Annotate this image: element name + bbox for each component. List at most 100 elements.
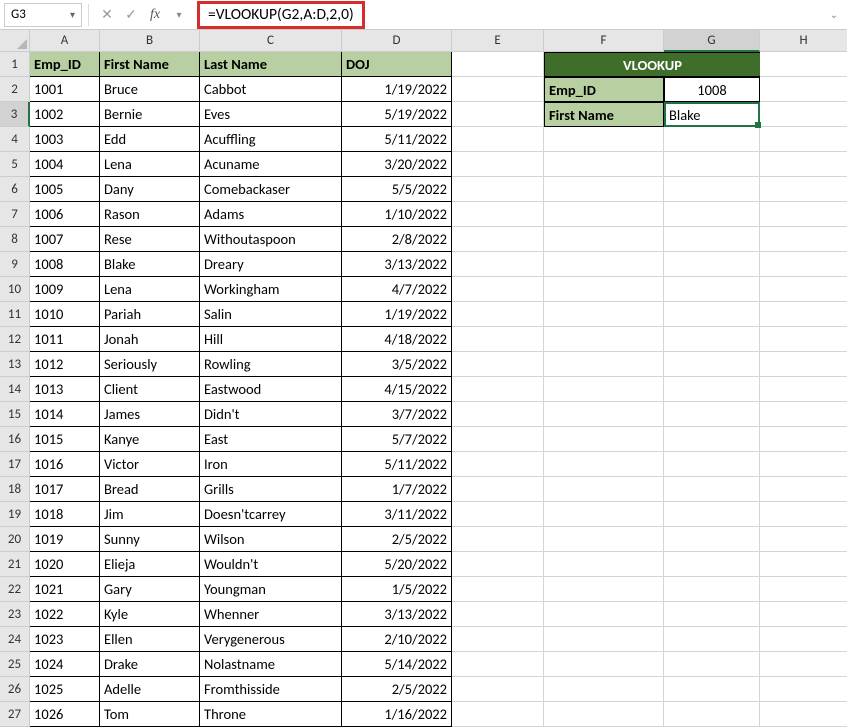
col-header-A[interactable]: A (30, 30, 100, 52)
cell-empty[interactable] (664, 702, 760, 727)
cell[interactable]: Wouldn't (200, 552, 342, 577)
header-firstname[interactable]: First Name (100, 52, 200, 77)
cell-empty[interactable] (760, 202, 847, 227)
cell-empty[interactable] (664, 377, 760, 402)
cell[interactable]: 1012 (30, 352, 100, 377)
header-lastname[interactable]: Last Name (200, 52, 342, 77)
cell-empty[interactable] (544, 452, 664, 477)
cell-empty[interactable] (544, 652, 664, 677)
cell[interactable]: 3/13/2022 (342, 252, 452, 277)
cell[interactable]: 1008 (30, 252, 100, 277)
cell[interactable]: 1009 (30, 277, 100, 302)
cell-empty[interactable] (760, 652, 847, 677)
cell-empty[interactable] (544, 377, 664, 402)
vlookup-name-value[interactable]: Blake (664, 102, 760, 127)
cell-empty[interactable] (664, 427, 760, 452)
cell[interactable]: 1/19/2022 (342, 77, 452, 102)
cell-empty[interactable] (664, 577, 760, 602)
cell-empty[interactable] (452, 477, 544, 502)
cell[interactable]: Edd (100, 127, 200, 152)
cell[interactable]: 1013 (30, 377, 100, 402)
cell[interactable]: Withoutaspoon (200, 227, 342, 252)
cell-empty[interactable] (452, 277, 544, 302)
cell[interactable]: Kanye (100, 427, 200, 452)
cell[interactable]: Tom (100, 702, 200, 727)
cell-empty[interactable] (760, 252, 847, 277)
cell[interactable]: 1/7/2022 (342, 477, 452, 502)
cell[interactable]: 1005 (30, 177, 100, 202)
cell[interactable]: 1/5/2022 (342, 577, 452, 602)
cell[interactable]: 1020 (30, 552, 100, 577)
cell[interactable]: Rese (100, 227, 200, 252)
cell-empty[interactable] (452, 177, 544, 202)
col-header-D[interactable]: D (342, 30, 452, 52)
fx-icon[interactable]: fx (143, 3, 167, 27)
cell[interactable]: Whenner (200, 602, 342, 627)
accept-formula-icon[interactable]: ✓ (119, 3, 143, 27)
cell[interactable]: Jonah (100, 327, 200, 352)
cell[interactable]: Bread (100, 477, 200, 502)
cell-empty[interactable] (452, 627, 544, 652)
cell[interactable]: Elieja (100, 552, 200, 577)
cell[interactable]: 5/5/2022 (342, 177, 452, 202)
cell-empty[interactable] (452, 127, 544, 152)
name-box[interactable]: G3 ▾ (4, 3, 82, 27)
cell[interactable]: Adelle (100, 677, 200, 702)
cell-empty[interactable] (664, 327, 760, 352)
cell-empty[interactable] (544, 577, 664, 602)
col-header-E[interactable]: E (452, 30, 544, 52)
cell[interactable]: 1022 (30, 602, 100, 627)
cell-empty[interactable] (760, 427, 847, 452)
cell-empty[interactable] (544, 427, 664, 452)
cell-empty[interactable] (544, 527, 664, 552)
cell-empty[interactable] (760, 327, 847, 352)
cell[interactable]: Hill (200, 327, 342, 352)
cell[interactable]: James (100, 402, 200, 427)
cell[interactable]: 1/19/2022 (342, 302, 452, 327)
cell-empty[interactable] (452, 652, 544, 677)
cell[interactable]: 1014 (30, 402, 100, 427)
cell[interactable]: Blake (100, 252, 200, 277)
cell[interactable]: Bernie (100, 102, 200, 127)
cell-empty[interactable] (452, 402, 544, 427)
header-doj[interactable]: DOJ (342, 52, 452, 77)
row-header[interactable]: 17 (0, 452, 30, 477)
cells-area[interactable]: Emp_ID First Name Last Name DOJ VLOOKUP … (30, 52, 847, 727)
cell[interactable]: Victor (100, 452, 200, 477)
cell[interactable]: 5/11/2022 (342, 452, 452, 477)
cell[interactable]: Sunny (100, 527, 200, 552)
cell-empty[interactable] (452, 252, 544, 277)
cell[interactable]: 2/8/2022 (342, 227, 452, 252)
cell[interactable]: Pariah (100, 302, 200, 327)
cell[interactable]: 2/5/2022 (342, 527, 452, 552)
cell-empty[interactable] (664, 352, 760, 377)
cell-empty[interactable] (760, 377, 847, 402)
cell[interactable]: Nolastname (200, 652, 342, 677)
expand-formula-icon[interactable]: ⌄ (825, 8, 843, 21)
cell-empty[interactable] (452, 527, 544, 552)
cell-empty[interactable] (452, 52, 544, 77)
row-header[interactable]: 22 (0, 577, 30, 602)
cell-empty[interactable] (664, 652, 760, 677)
cell-empty[interactable] (664, 152, 760, 177)
cell-empty[interactable] (452, 577, 544, 602)
cell-empty[interactable] (664, 202, 760, 227)
cancel-formula-icon[interactable]: ✕ (95, 3, 119, 27)
cell[interactable]: Cabbot (200, 77, 342, 102)
cell[interactable]: Wilson (200, 527, 342, 552)
cell-empty[interactable] (760, 502, 847, 527)
header-empid[interactable]: Emp_ID (30, 52, 100, 77)
row-header[interactable]: 20 (0, 527, 30, 552)
cell[interactable]: Gary (100, 577, 200, 602)
cell[interactable]: Dany (100, 177, 200, 202)
cell-empty[interactable] (544, 202, 664, 227)
cell-empty[interactable] (544, 402, 664, 427)
cell[interactable]: 3/13/2022 (342, 602, 452, 627)
cell[interactable]: Lena (100, 277, 200, 302)
cell[interactable]: 1/10/2022 (342, 202, 452, 227)
row-header[interactable]: 3 (0, 102, 30, 127)
cell[interactable]: Seriously (100, 352, 200, 377)
cell-empty[interactable] (760, 177, 847, 202)
row-header[interactable]: 13 (0, 352, 30, 377)
row-header[interactable]: 23 (0, 602, 30, 627)
